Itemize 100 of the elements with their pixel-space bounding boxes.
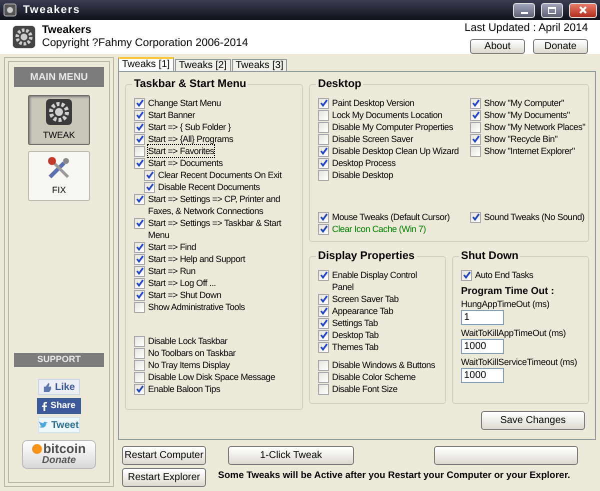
checkbox[interactable] bbox=[318, 360, 329, 370]
checkbox-label: Start => Log Off ... bbox=[148, 277, 216, 289]
field-label: WaitToKillAppTimeOut (ms) bbox=[461, 327, 567, 339]
checkbox-label: Show "Recycle Bin" bbox=[484, 133, 558, 145]
checkbox[interactable] bbox=[134, 266, 145, 276]
close-button[interactable] bbox=[569, 2, 597, 18]
checkbox-label: No Toolbars on Taskbar bbox=[148, 347, 236, 359]
group-title: Desktop bbox=[316, 77, 364, 91]
group-title: Display Properties bbox=[316, 249, 417, 263]
checkmark-icon bbox=[472, 213, 480, 221]
checkbox-label: Desktop Process bbox=[332, 157, 396, 169]
checkbox[interactable] bbox=[134, 146, 145, 156]
checkbox[interactable] bbox=[144, 170, 155, 180]
reset-button[interactable] bbox=[434, 446, 578, 465]
checkbox[interactable] bbox=[470, 134, 481, 144]
restart-note: Some Tweaks will be Active after you Restart your Computer or your Explorer. bbox=[218, 469, 572, 483]
checkbox[interactable] bbox=[134, 194, 145, 204]
checkbox-label: Mouse Tweaks (Default Cursor) bbox=[332, 211, 450, 223]
checkbox[interactable] bbox=[134, 98, 145, 108]
checkbox[interactable] bbox=[470, 110, 481, 120]
checkbox-label: Disable Low Disk Space Message bbox=[148, 371, 276, 383]
checkbox[interactable] bbox=[134, 134, 145, 144]
share-button[interactable]: Share bbox=[37, 398, 81, 414]
checkbox[interactable] bbox=[134, 242, 145, 252]
checkbox[interactable] bbox=[134, 302, 145, 312]
checkbox[interactable] bbox=[318, 372, 329, 382]
app-icon bbox=[3, 3, 17, 17]
checkmark-icon bbox=[320, 99, 328, 107]
checkbox[interactable] bbox=[134, 122, 145, 132]
checkbox[interactable] bbox=[318, 270, 329, 280]
maximize-button[interactable] bbox=[541, 2, 563, 18]
checkbox[interactable] bbox=[318, 158, 329, 168]
checkbox[interactable] bbox=[134, 290, 145, 300]
checkbox[interactable] bbox=[470, 122, 481, 132]
tab[interactable]: Tweaks [3] bbox=[232, 59, 288, 71]
tools-icon bbox=[46, 154, 72, 181]
restart-computer-button[interactable]: Restart Computer bbox=[122, 446, 206, 465]
checkbox[interactable] bbox=[134, 348, 145, 358]
tweet-button[interactable]: Tweet bbox=[38, 417, 80, 433]
checkbox[interactable] bbox=[318, 224, 329, 234]
checkbox-label: Show Administrative Tools bbox=[148, 301, 245, 313]
checkbox-label: Sound Tweaks (No Sound) bbox=[484, 211, 584, 223]
checkbox-label: Show "My Network Places" bbox=[484, 121, 586, 133]
save-changes-button[interactable]: Save Changes bbox=[481, 411, 585, 430]
checkbox[interactable] bbox=[134, 278, 145, 288]
checkbox[interactable] bbox=[134, 218, 145, 228]
checkbox-label: Settings Tab bbox=[332, 317, 378, 329]
one-click-tweak-button[interactable]: 1-Click Tweak bbox=[228, 446, 354, 465]
checkbox-label: Disable Desktop Clean Up Wizard bbox=[332, 145, 459, 157]
checkbox-label: Clear Recent Documents On Exit bbox=[158, 169, 282, 181]
close-icon bbox=[579, 6, 587, 14]
checkbox-label: No Tray Items Display bbox=[148, 359, 230, 371]
checkbox[interactable] bbox=[318, 110, 329, 120]
checkbox[interactable] bbox=[134, 372, 145, 382]
checkbox[interactable] bbox=[318, 306, 329, 316]
copyright-text: Copyright ?Fahmy Corporation 2006-2014 bbox=[42, 37, 250, 50]
checkbox[interactable] bbox=[318, 342, 329, 352]
checkbox[interactable] bbox=[461, 270, 472, 280]
input-field[interactable]: 1000 bbox=[461, 339, 504, 354]
checkbox[interactable] bbox=[318, 318, 329, 328]
input-field[interactable]: 1000 bbox=[461, 368, 504, 383]
checkbox-label: Change Start Menu bbox=[148, 97, 221, 109]
checkbox[interactable] bbox=[134, 384, 145, 394]
restart-explorer-button[interactable]: Restart Explorer bbox=[122, 468, 206, 487]
checkbox-label: Screen Saver Tab bbox=[332, 293, 399, 305]
program-timeout-title: Program Time Out : bbox=[461, 286, 556, 298]
checkbox[interactable] bbox=[134, 110, 145, 120]
checkbox[interactable] bbox=[318, 170, 329, 180]
checkbox[interactable] bbox=[318, 98, 329, 108]
checkbox-label: Disable Font Size bbox=[332, 383, 398, 395]
checkbox-label: Lock My Documents Location bbox=[332, 109, 442, 121]
checkbox[interactable] bbox=[470, 212, 481, 222]
checkbox[interactable] bbox=[134, 158, 145, 168]
checkbox[interactable] bbox=[470, 98, 481, 108]
checkbox[interactable] bbox=[318, 122, 329, 132]
checkbox[interactable] bbox=[470, 146, 481, 156]
minimize-button[interactable] bbox=[513, 2, 535, 18]
checkbox[interactable] bbox=[318, 146, 329, 156]
checkbox-label: Themes Tab bbox=[332, 341, 378, 353]
input-field[interactable]: 1 bbox=[461, 310, 504, 325]
checkbox[interactable] bbox=[134, 360, 145, 370]
checkbox[interactable] bbox=[318, 330, 329, 340]
checkbox[interactable] bbox=[318, 384, 329, 394]
bitcoin-donate-button[interactable]: bitcoin Donate bbox=[22, 440, 96, 469]
checkbox-label: Start => Documents bbox=[148, 157, 223, 169]
menu-item[interactable]: TWEAK bbox=[28, 95, 90, 145]
checkbox[interactable] bbox=[318, 134, 329, 144]
checkbox[interactable] bbox=[144, 182, 155, 192]
checkbox[interactable] bbox=[318, 212, 329, 222]
like-button[interactable]: Like bbox=[38, 379, 80, 395]
tab[interactable]: Tweaks [1] bbox=[118, 57, 174, 71]
checkbox[interactable] bbox=[318, 294, 329, 304]
header-button[interactable]: Donate bbox=[533, 38, 588, 54]
checkbox[interactable] bbox=[134, 254, 145, 264]
checkbox-label: Enable Display Control Panel bbox=[332, 269, 418, 293]
checkbox-label: Appearance Tab bbox=[332, 305, 394, 317]
checkbox[interactable] bbox=[134, 336, 145, 346]
tab[interactable]: Tweaks [2] bbox=[174, 59, 231, 71]
menu-item[interactable]: FIX bbox=[28, 151, 90, 201]
header-button[interactable]: About bbox=[470, 38, 525, 54]
